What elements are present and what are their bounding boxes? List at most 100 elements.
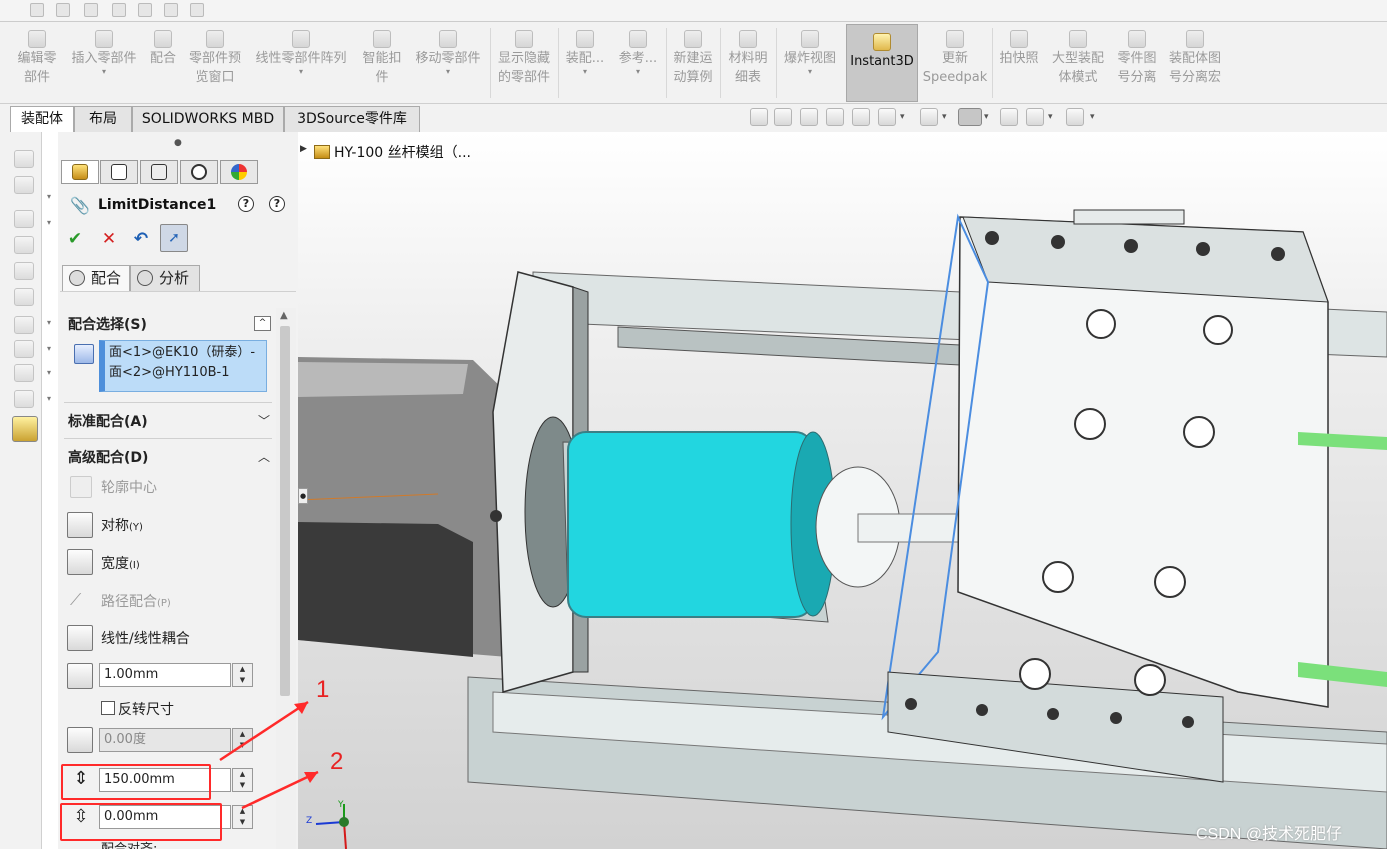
chevron-down-icon[interactable]: ▾ xyxy=(47,192,51,201)
symmetric-option[interactable]: 对称(Y) xyxy=(101,515,143,535)
bill-of-materials-button[interactable]: 材料明 细表 xyxy=(722,22,774,104)
edit-appearance-icon[interactable] xyxy=(1000,108,1018,126)
take-snapshot-button[interactable]: 拍快照 xyxy=(994,22,1044,104)
edit-component-button[interactable]: 编辑零 部件 xyxy=(8,22,66,104)
assembly-icon[interactable] xyxy=(14,210,34,228)
collapse-section-button[interactable]: ^ xyxy=(254,316,271,331)
assembly-features-button[interactable]: 装配... ▾ xyxy=(560,22,610,104)
gear-icon[interactable] xyxy=(138,3,152,17)
instant3d-button[interactable]: Instant3D xyxy=(846,24,918,102)
exploded-view-button[interactable]: 爆炸视图 ▾ xyxy=(778,22,842,104)
tab-property-manager[interactable] xyxy=(100,160,138,184)
part-icon[interactable] xyxy=(14,288,34,306)
linear-pattern-button[interactable]: 线性零部件阵列 ▾ xyxy=(248,22,354,104)
large-assembly-mode-button[interactable]: 大型装配 体模式 xyxy=(1046,22,1110,104)
chevron-down-icon[interactable]: ▾ xyxy=(47,368,51,377)
pushpin-button[interactable]: ➚ xyxy=(160,224,188,252)
pin-icon[interactable] xyxy=(14,364,34,382)
mirror-icon[interactable] xyxy=(14,262,34,280)
chevron-up-icon[interactable]: ︿ xyxy=(258,448,270,465)
move-component-button[interactable]: 移动零部件 ▾ xyxy=(410,22,486,104)
standard-mates-header[interactable]: 标准配合(A) xyxy=(68,411,148,431)
whats-wrong-help-icon[interactable]: ? xyxy=(238,196,254,212)
gear-icon[interactable] xyxy=(14,316,34,334)
chevron-down-icon[interactable]: ▾ xyxy=(942,112,947,122)
chevron-down-icon[interactable]: ▾ xyxy=(900,112,905,122)
panel-grip-icon[interactable]: ● xyxy=(174,138,182,148)
mate-selection-list[interactable]: 面<1>@EK10（研泰）- 面<2>@HY110B-1 xyxy=(99,340,267,392)
tab-display-manager[interactable] xyxy=(220,160,258,184)
graphics-area[interactable]: ● xyxy=(298,132,1387,849)
previous-view-icon[interactable] xyxy=(800,108,818,126)
width-option[interactable]: 宽度(I) xyxy=(101,553,140,573)
tab-mates[interactable]: 配合 xyxy=(62,265,130,291)
chevron-down-icon[interactable]: ▾ xyxy=(47,394,51,403)
tab-layout[interactable]: 布局 xyxy=(74,106,132,132)
mate-button[interactable]: 配合 xyxy=(144,22,182,104)
linear-coupler-option[interactable]: 线性/线性耦合 xyxy=(101,628,190,648)
feature-tree-root[interactable]: ▶ HY-100 丝杆模组（... xyxy=(300,142,471,162)
tab-feature-manager[interactable] xyxy=(61,160,99,184)
undo-button[interactable]: ↶ xyxy=(130,228,152,250)
mate-selections-header[interactable]: 配合选择(S) xyxy=(68,314,147,334)
pattern-icon[interactable] xyxy=(14,340,34,358)
user-arrow-icon xyxy=(1186,30,1204,48)
chevron-down-icon[interactable]: ▾ xyxy=(47,218,51,227)
list-item[interactable]: 面<1>@EK10（研泰）- xyxy=(109,343,262,363)
chevron-down-icon[interactable]: ▾ xyxy=(47,318,51,327)
sketch-line-icon[interactable] xyxy=(56,3,70,17)
update-speedpak-button[interactable]: 更新 Speedpak xyxy=(920,22,990,104)
edit-feature-icon[interactable] xyxy=(14,236,34,254)
flip-dimension-checkbox[interactable] xyxy=(101,701,115,715)
view-orientation-icon[interactable] xyxy=(878,108,896,126)
smart-fasteners-button[interactable]: 智能扣 件 xyxy=(356,22,408,104)
new-doc-icon[interactable] xyxy=(30,3,44,17)
zoom-to-area-icon[interactable] xyxy=(774,108,792,126)
chevron-down-icon[interactable]: ▾ xyxy=(1090,112,1095,122)
show-hidden-components-button[interactable]: 显示隐藏 的零部件 xyxy=(492,22,556,104)
tab-dimxpert[interactable] xyxy=(180,160,218,184)
tab-3dsource-library[interactable]: 3DSource零件库 xyxy=(284,106,420,132)
splitter-handle[interactable]: ● xyxy=(298,488,308,504)
branch-icon[interactable] xyxy=(84,3,98,17)
tab-analysis[interactable]: 分析 xyxy=(130,265,200,291)
part-number-split-button[interactable]: 零件图 号分离 xyxy=(1112,22,1162,104)
dynamic-annotation-icon[interactable] xyxy=(852,108,870,126)
settings-icon[interactable] xyxy=(164,3,178,17)
advanced-mates-header[interactable]: 高级配合(D) xyxy=(68,447,148,467)
view-settings-monitor-icon[interactable] xyxy=(1066,108,1084,126)
help-icon[interactable]: ? xyxy=(269,196,285,212)
insert-component-button[interactable]: 插入零部件 ▾ xyxy=(66,22,142,104)
hide-show-items-icon[interactable] xyxy=(958,108,982,126)
instant3d-ruler-icon[interactable] xyxy=(12,416,38,442)
chevron-down-icon[interactable]: ▾ xyxy=(1048,112,1053,122)
path-icon[interactable] xyxy=(14,390,34,408)
profile-center-option[interactable]: 轮廓中心 xyxy=(101,477,157,497)
path-mate-option[interactable]: 路径配合(P) xyxy=(101,591,171,611)
ok-button[interactable]: ✔ xyxy=(64,228,86,250)
component-preview-button[interactable]: 零部件预 览窗口 xyxy=(184,22,246,104)
assembly-number-split-macro-button[interactable]: 装配体图 号分离宏 xyxy=(1164,22,1226,104)
section-view-icon[interactable] xyxy=(826,108,844,126)
chevron-up-icon[interactable]: ▲ xyxy=(280,310,288,321)
tab-solidworks-mbd[interactable]: SOLIDWORKS MBD xyxy=(132,106,284,132)
chevron-down-icon[interactable]: ▾ xyxy=(984,112,989,122)
chevron-down-icon[interactable]: ▾ xyxy=(47,344,51,353)
component-icon[interactable] xyxy=(14,150,34,168)
section-divider xyxy=(64,438,272,439)
expand-arrow-icon[interactable]: ▶ xyxy=(300,144,307,154)
layers-icon[interactable] xyxy=(190,3,204,17)
zoom-to-fit-icon[interactable] xyxy=(750,108,768,126)
tab-assembly[interactable]: 装配体 xyxy=(10,106,74,132)
display-style-icon[interactable] xyxy=(920,108,938,126)
apply-scene-icon[interactable] xyxy=(1026,108,1044,126)
cancel-button[interactable]: ✕ xyxy=(98,228,120,250)
point-icon[interactable] xyxy=(112,3,126,17)
list-item[interactable]: 面<2>@HY110B-1 xyxy=(109,363,262,383)
scroll-thumb[interactable] xyxy=(280,326,290,696)
reference-geometry-button[interactable]: 参考... ▾ xyxy=(612,22,664,104)
tab-configuration-manager[interactable] xyxy=(140,160,178,184)
chevron-down-icon[interactable]: ﹀ xyxy=(258,412,270,429)
insert-icon[interactable] xyxy=(14,176,34,194)
new-motion-study-button[interactable]: 新建运 动算例 xyxy=(668,22,718,104)
